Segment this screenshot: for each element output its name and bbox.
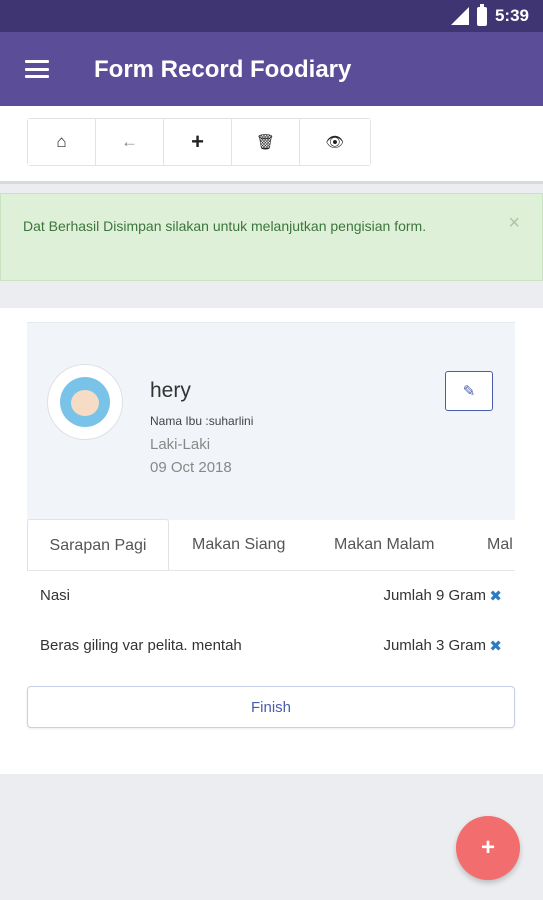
tab-next-partial[interactable]: Mal (487, 519, 513, 570)
success-alert: Dat Berhasil Disimpan silakan untuk mela… (0, 193, 543, 281)
app-title: Form Record Foodiary (94, 56, 352, 83)
edit-profile-button[interactable]: ✎ (445, 371, 493, 411)
arrow-left-icon: ← (121, 132, 138, 151)
clock: 5:39 (494, 6, 529, 25)
add-button[interactable]: + (164, 119, 232, 165)
avatar (47, 364, 123, 440)
list-item: Nasi Jumlah 9 Gram ✖ (40, 587, 502, 611)
food-amount: Jumlah 3 Gram (383, 637, 486, 654)
status-bar: 5:39 (0, 0, 543, 32)
child-birth-date: 09 Oct 2018 (150, 459, 232, 476)
view-button[interactable]: 👁 (300, 119, 370, 165)
toolbar: ⌂ ← + 🗑 👁 (0, 106, 543, 184)
toolbar-button-group: ⌂ ← + 🗑 👁 (27, 118, 371, 166)
home-icon: ⌂ (56, 132, 67, 151)
signal-icon (450, 7, 469, 25)
delete-button[interactable]: 🗑 (232, 119, 300, 165)
add-fab-button[interactable]: + (456, 816, 520, 880)
tab-sarapan-pagi[interactable]: Sarapan Pagi (27, 519, 169, 570)
pencil-icon: ✎ (462, 383, 476, 400)
hamburger-menu-icon[interactable] (25, 60, 49, 78)
list-item: Beras giling var pelita. mentah Jumlah 3… (40, 637, 502, 661)
remove-icon[interactable]: ✖ (489, 587, 502, 605)
baby-avatar-icon (60, 377, 110, 427)
battery-icon (476, 3, 487, 26)
plus-icon: + (191, 129, 204, 154)
alert-message: Dat Berhasil Disimpan silakan untuk mela… (23, 218, 427, 234)
back-button[interactable]: ← (96, 119, 164, 165)
tab-makan-siang[interactable]: Makan Siang (192, 519, 285, 570)
home-button[interactable]: ⌂ (28, 119, 96, 165)
child-gender: Laki-Laki (150, 436, 211, 453)
food-amount: Jumlah 9 Gram (383, 587, 486, 604)
mother-name: Nama Ibu :suharlini (150, 414, 254, 428)
close-icon[interactable]: × (508, 212, 520, 235)
tab-makan-malam[interactable]: Makan Malam (334, 519, 434, 570)
status-icons: 5:39 (450, 3, 529, 26)
food-name: Nasi (40, 587, 71, 604)
finish-button[interactable]: Finish (27, 686, 515, 728)
record-card: hery Nama Ibu :suharlini Laki-Laki 09 Oc… (0, 308, 543, 774)
food-name: Beras giling var pelita. mentah (40, 637, 242, 654)
child-profile: hery Nama Ibu :suharlini Laki-Laki 09 Oc… (27, 322, 515, 520)
child-name: hery (150, 379, 191, 402)
app-bar: Form Record Foodiary (0, 32, 543, 106)
eye-icon: 👁 (325, 134, 345, 151)
plus-icon: + (480, 834, 495, 861)
meal-tabs: Sarapan Pagi Makan Siang Makan Malam Mal (27, 519, 515, 571)
trash-icon: 🗑 (255, 134, 276, 151)
remove-icon[interactable]: ✖ (489, 637, 502, 655)
